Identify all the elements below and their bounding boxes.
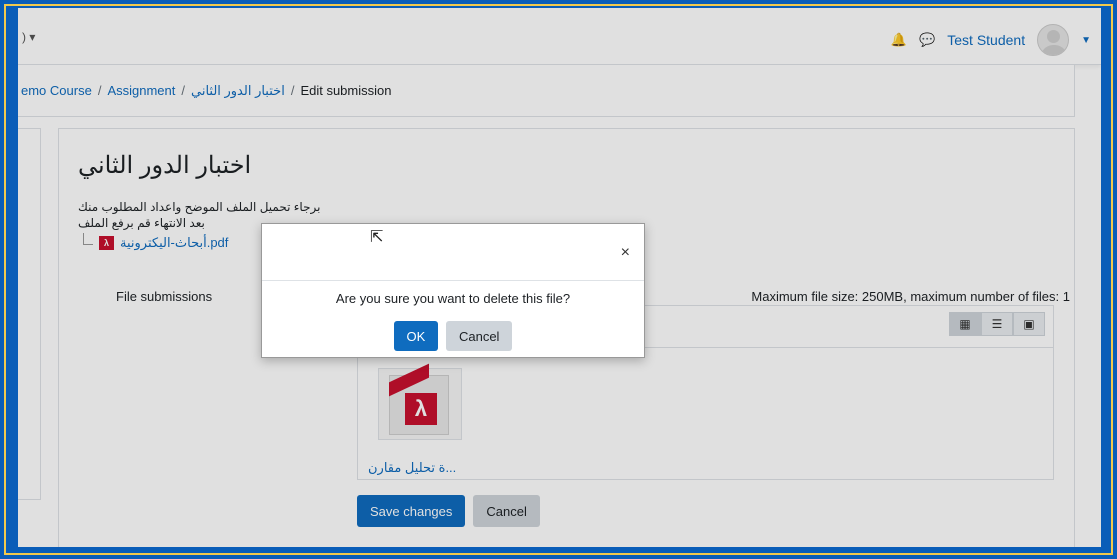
confirm-delete-dialog: × Are you sure you want to delete this f… [261,223,645,358]
modal-cancel-button[interactable]: Cancel [445,321,513,351]
browser-viewport: ) ▾ 🔔 💬 Test Student ▼ emo Course / Assign… [18,8,1101,547]
modal-footer: OK Cancel [262,321,644,351]
mouse-cursor-icon: ⇱ [370,229,384,246]
modal-header: × [262,224,644,281]
close-icon[interactable]: × [621,244,630,262]
modal-message: Are you sure you want to delete this fil… [335,291,571,306]
ok-button[interactable]: OK [393,321,439,351]
